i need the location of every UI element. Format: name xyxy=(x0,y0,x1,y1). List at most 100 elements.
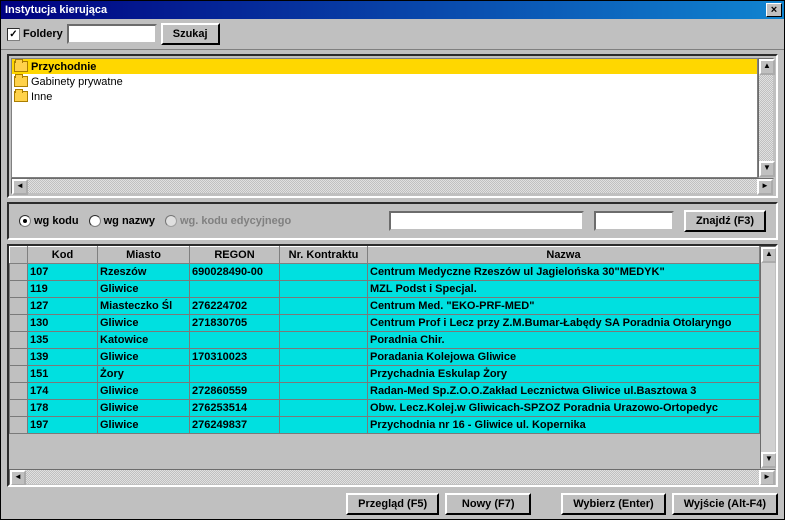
tree-item-inne[interactable]: Inne xyxy=(12,89,757,104)
table-row[interactable]: 107Rzeszów690028490-00Centrum Medyczne R… xyxy=(10,264,760,281)
cell-regon: 271830705 xyxy=(190,315,280,332)
row-marker xyxy=(10,349,28,366)
radio-wg-nazwy[interactable] xyxy=(89,215,101,227)
table-row[interactable]: 135KatowicePoradnia Chir. xyxy=(10,332,760,349)
cell-nr xyxy=(280,281,368,298)
wyjscie-button[interactable]: Wyjście (Alt-F4) xyxy=(672,493,778,515)
cell-kod: 178 xyxy=(28,400,98,417)
scroll-right-icon[interactable]: ► xyxy=(757,179,773,195)
cell-nr xyxy=(280,298,368,315)
tree-hscroll[interactable]: ◄ ► xyxy=(11,178,774,194)
cell-nr xyxy=(280,366,368,383)
cell-nazwa: Poradnia Chir. xyxy=(368,332,760,349)
radio-wg-kodu-wrap: wg kodu xyxy=(19,215,79,227)
scroll-track[interactable] xyxy=(761,263,775,452)
table-row[interactable]: 119GliwiceMZL Podst i Specjal. xyxy=(10,281,760,298)
search-input[interactable] xyxy=(67,24,157,44)
folder-tree[interactable]: Przychodnie Gabinety prywatne Inne xyxy=(11,58,758,178)
cell-nr xyxy=(280,332,368,349)
cell-miasto: Rzeszów xyxy=(98,264,190,281)
scroll-down-icon[interactable]: ▼ xyxy=(761,452,776,468)
row-marker xyxy=(10,281,28,298)
cell-kod: 130 xyxy=(28,315,98,332)
sort-row: wg kodu wg nazwy wg. kodu edycyjnego Zna… xyxy=(7,202,778,240)
cell-regon xyxy=(190,281,280,298)
scroll-up-icon[interactable]: ▲ xyxy=(759,59,775,75)
tree-item-gabinety[interactable]: Gabinety prywatne xyxy=(12,74,757,89)
table-body: 107Rzeszów690028490-00Centrum Medyczne R… xyxy=(10,264,760,434)
filter-input-2[interactable] xyxy=(594,211,674,231)
filter-input-1[interactable] xyxy=(389,211,584,231)
scroll-track[interactable] xyxy=(28,179,757,193)
tree-item-label: Przychodnie xyxy=(31,61,96,73)
row-marker xyxy=(10,366,28,383)
cell-nr xyxy=(280,315,368,332)
szukaj-button[interactable]: Szukaj xyxy=(161,23,220,45)
cell-nazwa: Przychadnia Eskulap Żory xyxy=(368,366,760,383)
znajdz-button[interactable]: Znajdź (F3) xyxy=(684,210,766,232)
radio-wg-kodu[interactable] xyxy=(19,215,31,227)
cell-regon xyxy=(190,332,280,349)
scroll-track[interactable] xyxy=(26,470,759,484)
close-icon[interactable]: × xyxy=(766,3,782,17)
table-hscroll[interactable]: ◄ ► xyxy=(9,469,776,485)
footer: Przegląd (F5) Nowy (F7) Wybierz (Enter) … xyxy=(1,487,784,519)
scroll-left-icon[interactable]: ◄ xyxy=(12,179,28,195)
cell-miasto: Katowice xyxy=(98,332,190,349)
cell-nr xyxy=(280,417,368,434)
tree-item-label: Gabinety prywatne xyxy=(31,76,123,88)
cell-nazwa: Obw. Lecz.Kolej.w Gliwicach-SPZOZ Poradn… xyxy=(368,400,760,417)
toolbar: ✓ Foldery Szukaj xyxy=(1,19,784,50)
cell-kod: 151 xyxy=(28,366,98,383)
cell-miasto: Gliwice xyxy=(98,315,190,332)
scroll-track[interactable] xyxy=(759,75,773,161)
przeglad-button[interactable]: Przegląd (F5) xyxy=(346,493,439,515)
tree-vscroll[interactable]: ▲ ▼ xyxy=(758,58,774,178)
row-marker xyxy=(10,400,28,417)
col-regon[interactable]: REGON xyxy=(190,247,280,264)
tree-panel: Przychodnie Gabinety prywatne Inne ▲ ▼ ◄ xyxy=(7,54,778,198)
col-kod[interactable]: Kod xyxy=(28,247,98,264)
cell-nr xyxy=(280,383,368,400)
foldery-label: Foldery xyxy=(23,28,63,40)
table-row[interactable]: 130Gliwice271830705 Centrum Prof i Lecz p… xyxy=(10,315,760,332)
folder-icon xyxy=(14,91,28,102)
results-table-wrap: Kod Miasto REGON Nr. Kontraktu Nazwa 107… xyxy=(7,244,778,487)
scroll-down-icon[interactable]: ▼ xyxy=(759,161,775,177)
row-marker xyxy=(10,332,28,349)
foldery-checkbox[interactable]: ✓ xyxy=(7,28,20,41)
table-header-row: Kod Miasto REGON Nr. Kontraktu Nazwa xyxy=(10,247,760,264)
window-title: Instytucja kierująca xyxy=(3,4,766,16)
cell-nazwa: Centrum Prof i Lecz przy Z.M.Bumar-Łabęd… xyxy=(368,315,760,332)
radio-wg-edyc-label: wg. kodu edycyjnego xyxy=(180,215,291,227)
row-marker xyxy=(10,383,28,400)
table-row[interactable]: 151ŻoryPrzychadnia Eskulap Żory xyxy=(10,366,760,383)
col-miasto[interactable]: Miasto xyxy=(98,247,190,264)
nowy-button[interactable]: Nowy (F7) xyxy=(445,493,531,515)
radio-wg-kodu-label: wg kodu xyxy=(34,215,79,227)
col-nr-kontraktu[interactable]: Nr. Kontraktu xyxy=(280,247,368,264)
scroll-right-icon[interactable]: ► xyxy=(759,470,775,486)
table-row[interactable]: 139Gliwice170310023Poradania Kolejowa Gl… xyxy=(10,349,760,366)
cell-kod: 127 xyxy=(28,298,98,315)
scroll-up-icon[interactable]: ▲ xyxy=(761,247,776,263)
table-row[interactable]: 127Miasteczko Śl276224702Centrum Med. "E… xyxy=(10,298,760,315)
table-row[interactable]: 178Gliwice276253514Obw. Lecz.Kolej.w Gli… xyxy=(10,400,760,417)
row-marker xyxy=(10,315,28,332)
wybierz-button[interactable]: Wybierz (Enter) xyxy=(561,493,665,515)
cell-regon: 276224702 xyxy=(190,298,280,315)
main-window: Instytucja kierująca × ✓ Foldery Szukaj … xyxy=(0,0,785,520)
table-row[interactable]: 197Gliwice276249837 Przychodnia nr 16 - … xyxy=(10,417,760,434)
cell-nazwa: Centrum Medyczne Rzeszów ul Jagielońska … xyxy=(368,264,760,281)
table-row[interactable]: 174Gliwice272860559Radan-Med Sp.Z.O.O.Za… xyxy=(10,383,760,400)
results-table[interactable]: Kod Miasto REGON Nr. Kontraktu Nazwa 107… xyxy=(9,246,760,434)
scroll-left-icon[interactable]: ◄ xyxy=(10,470,26,486)
cell-kod: 107 xyxy=(28,264,98,281)
tree-item-przychodnie[interactable]: Przychodnie xyxy=(12,59,757,74)
foldery-checkbox-wrap: ✓ Foldery xyxy=(7,28,63,41)
table-vscroll[interactable]: ▲ ▼ xyxy=(760,246,776,469)
col-nazwa[interactable]: Nazwa xyxy=(368,247,760,264)
cell-kod: 197 xyxy=(28,417,98,434)
titlebar: Instytucja kierująca × xyxy=(1,1,784,19)
cell-nazwa: Centrum Med. "EKO-PRF-MED" xyxy=(368,298,760,315)
